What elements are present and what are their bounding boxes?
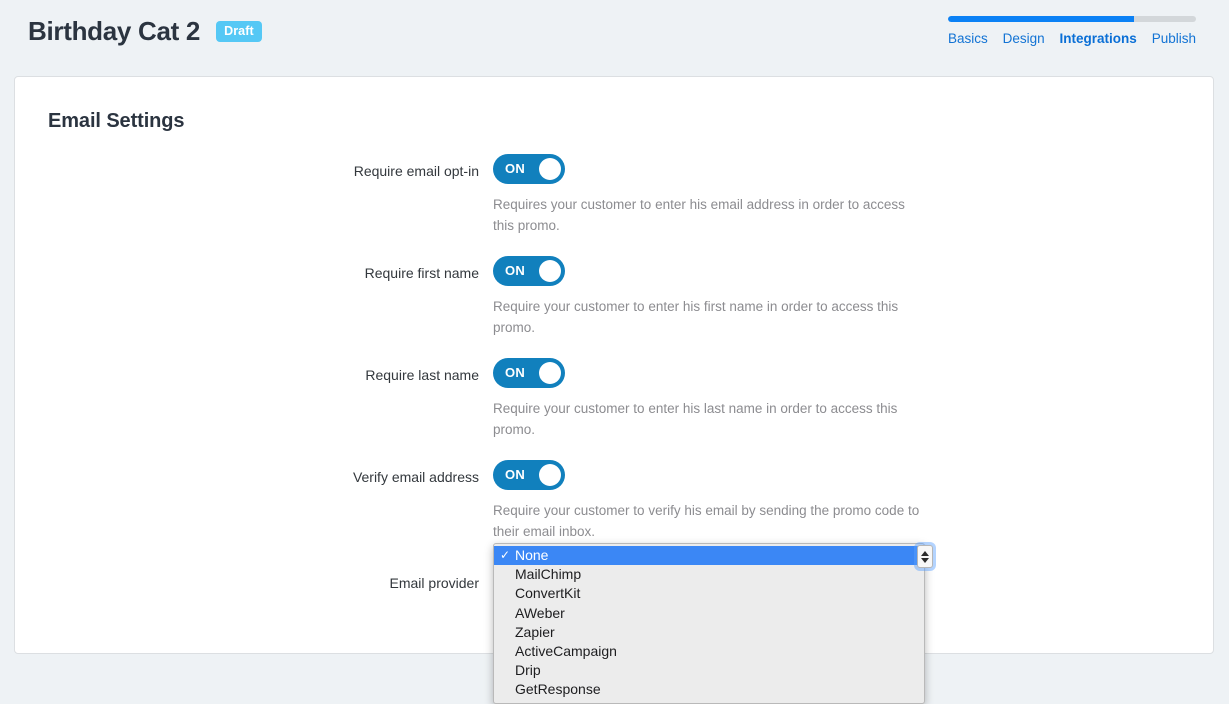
label-email-provider: Email provider (389, 575, 479, 591)
tab-basics[interactable]: Basics (948, 30, 988, 47)
toggle-knob (539, 158, 561, 180)
option-label: GetResponse (515, 681, 601, 698)
form-row-require-last-name: Require last name ON Require your custom… (15, 357, 1215, 440)
section-title: Email Settings (48, 110, 185, 132)
option-label: AWeber (515, 604, 565, 621)
page-title: Birthday Cat 2 (28, 16, 201, 46)
form-row-verify-email-address: Verify email address ON Require your cus… (15, 459, 1215, 542)
control-verify-email-address: ON Require your customer to verify his e… (493, 459, 1215, 542)
tab-integrations[interactable]: Integrations (1060, 30, 1137, 47)
label-require-last-name: Require last name (365, 367, 479, 383)
toggle-knob (539, 260, 561, 282)
option-mailchimp[interactable]: MailChimp (494, 565, 924, 584)
form-row-email-provider: Email provider ✓ None MailChimp ConvertK… (15, 543, 1215, 704)
toggle-require-email-opt-in[interactable]: ON (493, 154, 565, 184)
form-row-require-email-opt-in: Require email opt-in ON Requires your cu… (15, 153, 1215, 236)
email-provider-option-list: ✓ None MailChimp ConvertKit AWeber Zapie… (493, 543, 925, 704)
option-getresponse[interactable]: GetResponse (494, 680, 924, 699)
description-require-last-name: Require your customer to enter his last … (493, 401, 898, 437)
description-verify-email-address: Require your customer to verify his emai… (493, 503, 920, 539)
option-aweber[interactable]: AWeber (494, 604, 924, 623)
option-label: Zapier (515, 623, 555, 640)
toggle-verify-email-address[interactable]: ON (493, 460, 565, 490)
option-label: None (515, 547, 549, 564)
control-require-first-name: ON Require your customer to enter his fi… (493, 255, 1215, 338)
toggle-state-label: ON (505, 467, 526, 482)
email-settings-form: Require email opt-in ON Requires your cu… (15, 153, 1215, 704)
page-header: Birthday Cat 2 Draft Basics Design Integ… (0, 0, 1229, 76)
option-label: MailChimp (515, 566, 582, 583)
tab-design[interactable]: Design (1003, 30, 1045, 47)
toggle-state-label: ON (505, 161, 526, 176)
select-stepper-arrows-icon[interactable] (917, 545, 933, 568)
option-convertkit[interactable]: ConvertKit (494, 584, 924, 603)
toggle-state-label: ON (505, 365, 526, 380)
toggle-knob (539, 464, 561, 486)
option-label: ConvertKit (515, 585, 581, 602)
toggle-state-label: ON (505, 263, 526, 278)
nav-tab-list: Basics Design Integrations Publish (948, 30, 1196, 47)
progress-bar (948, 16, 1196, 22)
title-group: Birthday Cat 2 Draft (28, 14, 262, 48)
progress-bar-fill (948, 16, 1134, 22)
description-require-first-name: Require your customer to enter his first… (493, 299, 899, 335)
label-require-email-opt-in: Require email opt-in (353, 163, 479, 179)
control-require-email-opt-in: ON Requires your customer to enter his e… (493, 153, 1215, 236)
wizard-nav: Basics Design Integrations Publish (948, 16, 1196, 47)
checkmark-icon: ✓ (500, 548, 511, 563)
control-email-provider: ✓ None MailChimp ConvertKit AWeber Zapie… (493, 543, 1215, 704)
option-none[interactable]: ✓ None (494, 546, 924, 566)
control-require-last-name: ON Require your customer to enter his la… (493, 357, 1215, 440)
toggle-require-last-name[interactable]: ON (493, 358, 565, 388)
option-activecampaign[interactable]: ActiveCampaign (494, 642, 924, 661)
option-zapier[interactable]: Zapier (494, 623, 924, 642)
label-verify-email-address: Verify email address (352, 469, 479, 485)
label-require-first-name: Require first name (364, 265, 479, 281)
status-badge: Draft (216, 20, 262, 42)
description-require-email-opt-in: Requires your customer to enter his emai… (493, 197, 905, 233)
tab-publish[interactable]: Publish (1152, 30, 1196, 47)
toggle-require-first-name[interactable]: ON (493, 256, 565, 286)
option-drip[interactable]: Drip (494, 661, 924, 680)
settings-card: Email Settings Require email opt-in ON R… (14, 76, 1215, 704)
chevron-up-icon (921, 550, 929, 556)
option-label: ActiveCampaign (515, 643, 617, 660)
option-label: Drip (515, 662, 541, 679)
form-row-require-first-name: Require first name ON Require your custo… (15, 255, 1215, 338)
toggle-knob (539, 362, 561, 384)
chevron-down-icon (921, 557, 929, 563)
